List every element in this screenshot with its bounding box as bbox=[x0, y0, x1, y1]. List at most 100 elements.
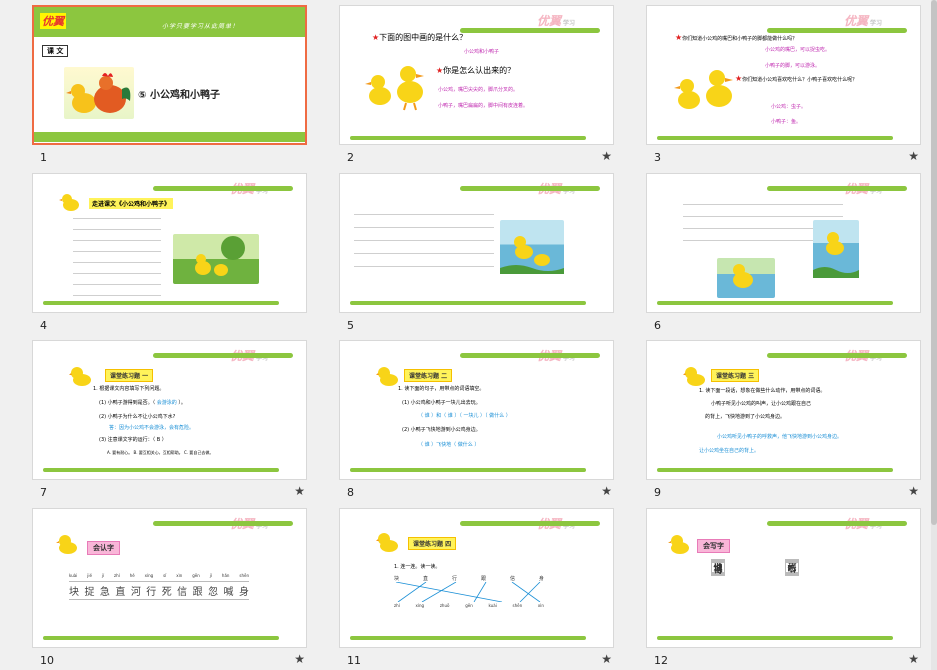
match-pinyin: shēn bbox=[512, 603, 523, 608]
slide-9-canvas: 优翼学习 课堂练习题 三 1. 读下面一段话，想象在做些什么动作，用带点的词语。… bbox=[646, 340, 921, 480]
match-pinyin: xìn bbox=[537, 603, 544, 608]
star-icon[interactable]: ★ bbox=[294, 652, 305, 666]
slide-8-canvas: 优翼学习 课堂练习题 二 1. 读下面的句子，用带点的词语填空。 (1) 小公鸡… bbox=[339, 340, 614, 480]
star-icon[interactable]: ★ bbox=[601, 484, 612, 498]
header-slogan: 小学只要学习从此简单！ bbox=[162, 23, 240, 30]
match-char: 行 bbox=[451, 576, 457, 582]
character: 信 bbox=[177, 587, 188, 598]
slide-11-canvas: 优翼学习 课堂练习题 四 1. 连一连。读一读。 块直行跟信身 zhíxíngz… bbox=[339, 508, 614, 648]
character: 喊 bbox=[223, 587, 234, 598]
slide-thumb-8[interactable]: 优翼学习 课堂练习题 二 1. 读下面的句子，用带点的词语填空。 (1) 小公鸡… bbox=[339, 340, 614, 500]
exercise-line-2: (1) 小公鸡和小鸭子一块儿出去玩。 bbox=[402, 400, 481, 406]
slide-thumb-9[interactable]: 优翼学习 课堂练习题 三 1. 读下面一段话，想象在做些什么动作，用带点的词语。… bbox=[646, 340, 921, 500]
match-lines bbox=[395, 582, 541, 602]
writing-grid-right: 河河 也也 听听 bbox=[785, 559, 845, 576]
match-pinyin: kuài bbox=[488, 603, 497, 608]
slide-number: 11 bbox=[347, 654, 361, 667]
duckling-icon bbox=[376, 533, 398, 552]
answer-4: 小鸭子：鱼。 bbox=[771, 119, 802, 125]
slide-number: 2 bbox=[347, 151, 354, 164]
slide-2-canvas: 优翼 学习 ★下面的图中画的是什么？ 小公鸡和小鸭子 ★你是怎么认出来的？ 小公鸡… bbox=[339, 5, 614, 145]
match-pinyin: zhuō bbox=[439, 603, 450, 608]
pinyin: sǐ bbox=[163, 573, 167, 578]
exercise-line-2: 小鸭子听见小公鸡的叫声，让小公鸡跟在自己 bbox=[711, 401, 812, 407]
duckling-icon bbox=[69, 367, 91, 386]
chick-icon bbox=[668, 535, 689, 554]
star-icon[interactable]: ★ bbox=[908, 484, 919, 498]
section-heading: 走进课文《小公鸡和小鸭子》 bbox=[89, 198, 174, 209]
match-pinyin: xíng bbox=[415, 603, 425, 608]
slide-number: 10 bbox=[40, 654, 54, 667]
exercise-line-5: (3) 注意课文字的运行：（ B ） bbox=[99, 437, 167, 443]
star-icon[interactable]: ★ bbox=[908, 149, 919, 163]
pinyin: jí bbox=[101, 573, 105, 578]
empty-cell bbox=[711, 562, 725, 576]
star-icon[interactable]: ★ bbox=[601, 149, 612, 163]
top-green-bar bbox=[460, 186, 600, 191]
match-top-row: 块直行跟信身 bbox=[394, 575, 544, 582]
exercise-line-3: 的背上，飞快地游到了小公鸡身边。 bbox=[705, 414, 786, 420]
pinyin: hǎn bbox=[221, 573, 230, 578]
bottom-green-bar bbox=[350, 636, 586, 640]
match-char: 直 bbox=[422, 576, 428, 582]
slide-7-canvas: 优翼学习 课堂练习题 一 1. 根据课文内容填写下列问题。 (1) 小鸭子游得到… bbox=[32, 340, 307, 480]
match-char: 身 bbox=[538, 576, 544, 582]
slide-thumb-10[interactable]: 优翼学习 会认字 kuàijiéjízhíhéxíngsǐxìngēnjíhǎn… bbox=[32, 508, 307, 668]
slide-number: 5 bbox=[347, 319, 354, 332]
slide-thumb-2[interactable]: 优翼 学习 ★下面的图中画的是什么？ 小公鸡和小鸭子 ★你是怎么认出来的？ 小公鸡… bbox=[339, 5, 614, 165]
top-green-bar bbox=[767, 353, 907, 358]
match-pinyin: zhí bbox=[394, 603, 400, 608]
bottom-green-bar bbox=[350, 136, 586, 140]
slide-thumb-1[interactable]: 优翼 小学只要学习从此简单！ 课 文 ⑤ 小公鸡和小鸭子 1 bbox=[32, 5, 307, 165]
pinyin: jié bbox=[87, 573, 92, 578]
slide-thumb-5[interactable]: 优翼学习 5 bbox=[339, 173, 614, 333]
pinyin: gēn bbox=[192, 573, 200, 578]
exercise-line-2: (1) 小鸭子游得到是否。（ 会游泳的 ）。 bbox=[99, 400, 186, 406]
bottom-green-bar bbox=[43, 636, 279, 640]
vertical-scrollbar[interactable] bbox=[931, 0, 937, 670]
star-icon[interactable]: ★ bbox=[908, 652, 919, 666]
match-char: 跟 bbox=[480, 576, 486, 582]
slide-logo: 优翼学习 bbox=[536, 14, 575, 28]
slide-number: 8 bbox=[347, 486, 354, 499]
bottom-green-bar bbox=[657, 136, 893, 140]
exercise-answer-2: 让小公鸡坐在自己的背上。 bbox=[699, 448, 760, 454]
slide-6-canvas: 优翼学习 bbox=[646, 173, 921, 313]
top-green-bar bbox=[767, 186, 907, 191]
bottom-green-bar bbox=[350, 468, 586, 472]
scrollbar-thumb[interactable] bbox=[931, 0, 937, 525]
slide-number: 1 bbox=[40, 151, 47, 164]
lesson-title: ⑤ 小公鸡和小鸭子 bbox=[138, 90, 220, 101]
slide-thumb-12[interactable]: 优翼学习 会写字 他他 说说 地地 哥哥 河河 也也 听听 12 ★ bbox=[646, 508, 921, 668]
slide-thumb-6[interactable]: 优翼学习 6 bbox=[646, 173, 921, 333]
top-green-bar bbox=[153, 186, 293, 191]
slide-4-canvas: 优翼学习 走进课文《小公鸡和小鸭子》 bbox=[32, 173, 307, 313]
exercise-answer-1: 小公鸡听见小鸭子的呼救声，他飞快地游到小公鸡身边。 bbox=[717, 434, 843, 440]
exercise-answer: 答：因为小公鸡不会游泳，会有危险。 bbox=[109, 425, 195, 431]
character: 行 bbox=[146, 587, 157, 598]
pinyin: zhí bbox=[114, 573, 120, 578]
slide-thumb-7[interactable]: 优翼学习 课堂练习题 一 1. 根据课文内容填写下列问题。 (1) 小鸭子游得到… bbox=[32, 340, 307, 500]
answer-1: 小公鸡的嘴巴，可以捉虫吃。 bbox=[765, 47, 831, 53]
top-green-bar bbox=[153, 521, 293, 526]
star-icon[interactable]: ★ bbox=[601, 652, 612, 666]
star-icon[interactable]: ★ bbox=[294, 484, 305, 498]
lesson-tag: 课 文 bbox=[42, 45, 69, 57]
section-title: 会认字 bbox=[87, 541, 120, 555]
character: 捉 bbox=[84, 587, 95, 598]
bottom-green-bar bbox=[657, 636, 893, 640]
duckling-icon bbox=[683, 367, 705, 386]
slide-thumbnail-grid: 优翼 小学只要学习从此简单！ 课 文 ⑤ 小公鸡和小鸭子 1 优翼 学习 ★下面… bbox=[0, 0, 937, 670]
character: 急 bbox=[99, 587, 110, 598]
exercise-options: A. 要有耐心。 B. 要互相关心，互相帮助。 C. 要自己去做。 bbox=[107, 450, 214, 455]
slide-thumb-3[interactable]: 优翼 学习 ★你们知道小公鸡的嘴巴和小鸭子的脚都能做什么吗？ 小公鸡的嘴巴，可以捉… bbox=[646, 5, 921, 165]
exercise-line-4: (2) 小鸭子飞快地游到小公鸡身边。 bbox=[402, 427, 481, 433]
answer-1: 小公鸡和小鸭子 bbox=[464, 49, 500, 55]
slide-thumb-11[interactable]: 优翼学习 课堂练习题 四 1. 连一连。读一读。 块直行跟信身 zhíxíngz… bbox=[339, 508, 614, 668]
slide-number: 6 bbox=[654, 319, 661, 332]
exercise-blanks-1: （ 谁 ）和（ 谁 ）（ 一块儿 ）（ 做什么 ） bbox=[418, 413, 511, 419]
match-bottom-row: zhí xíng zhuō gēn kuài shēn xìn bbox=[394, 603, 544, 608]
exercise-title: 课堂练习题 四 bbox=[408, 537, 457, 550]
slide-thumb-4[interactable]: 优翼学习 走进课文《小公鸡和小鸭子》 4 bbox=[32, 173, 307, 333]
rooster-duck-illustration bbox=[64, 67, 134, 119]
